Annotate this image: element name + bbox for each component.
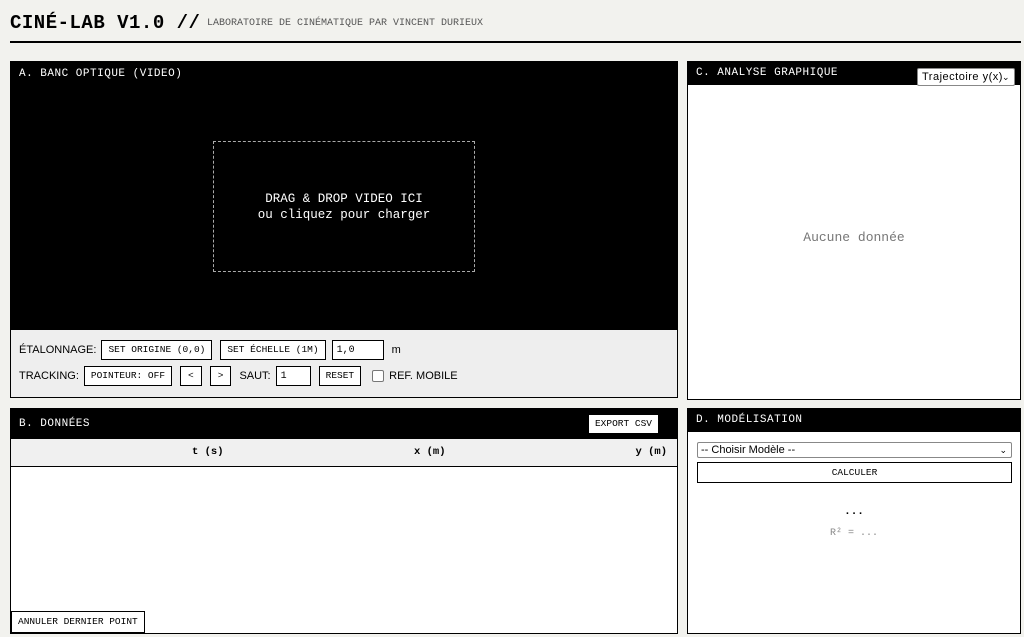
data-table-header: t (s) x (m) y (m) — [11, 439, 677, 467]
next-frame-button[interactable]: > — [209, 366, 232, 386]
panel-c-title: C. ANALYSE GRAPHIQUE — [696, 67, 839, 79]
graph-view-selected: Trajectoire y(x) — [922, 71, 1003, 83]
step-label: SAUT: — [239, 370, 271, 382]
calibration-label: ÉTALONNAGE: — [19, 344, 97, 356]
app-header: CINÉ-LAB V1.0 // LABORATOIRE DE CINÉMATI… — [10, 8, 1021, 43]
graph-view-select[interactable]: Trajectoire y(x) ⌄ — [917, 68, 1015, 86]
panel-b-header: B. DONNÉES EXPORT CSV — [11, 409, 677, 439]
calculate-button[interactable]: CALCULER — [697, 462, 1012, 483]
model-equation: ... — [844, 506, 864, 518]
chevron-down-icon: ⌄ — [999, 445, 1007, 455]
scale-value-input[interactable] — [331, 340, 384, 360]
video-dropzone[interactable]: DRAG & DROP VIDEO ICI ou cliquez pour ch… — [213, 141, 475, 272]
optical-bench-panel: A. BANC OPTIQUE (VIDEO) DRAG & DROP VIDE… — [10, 61, 678, 398]
tracking-label: TRACKING: — [19, 370, 79, 382]
panel-d-header: D. MODÉLISATION — [688, 409, 1020, 432]
undo-last-point-button[interactable]: ANNULER DERNIER POINT — [11, 611, 145, 633]
step-input[interactable] — [275, 366, 311, 386]
video-area: A. BANC OPTIQUE (VIDEO) DRAG & DROP VIDE… — [11, 62, 677, 330]
column-x: x (m) — [414, 446, 446, 458]
panel-d-title: D. MODÉLISATION — [696, 414, 803, 426]
graph-analysis-panel: C. ANALYSE GRAPHIQUE Trajectoire y(x) ⌄ … — [687, 61, 1021, 400]
model-r2: R² = ... — [829, 528, 878, 539]
model-select[interactable]: -- Choisir Modèle -- ⌄ — [697, 442, 1012, 458]
tracking-row: TRACKING: POINTEUR: OFF < > SAUT: RESET … — [19, 366, 458, 386]
column-t: t (s) — [192, 446, 224, 458]
ref-mobile-checkbox[interactable] — [372, 370, 385, 382]
modeling-panel: D. MODÉLISATION -- Choisir Modèle -- ⌄ C… — [687, 408, 1021, 634]
no-data-message: Aucune donnée — [803, 230, 905, 245]
app-subtitle: LABORATOIRE DE CINÉMATIQUE PAR VINCENT D… — [207, 18, 484, 29]
chevron-down-icon: ⌄ — [1001, 72, 1010, 82]
column-y: y (m) — [635, 446, 667, 458]
reset-button[interactable]: RESET — [318, 366, 362, 386]
dropzone-line1: DRAG & DROP VIDEO ICI — [265, 192, 423, 206]
export-csv-button[interactable]: EXPORT CSV — [587, 414, 659, 434]
pointer-toggle-button[interactable]: POINTEUR: OFF — [83, 366, 173, 386]
ref-mobile-label: REF. MOBILE — [389, 370, 458, 382]
scale-unit-label: m — [391, 344, 401, 356]
data-panel: B. DONNÉES EXPORT CSV t (s) x (m) y (m) … — [10, 408, 678, 634]
calibration-row: ÉTALONNAGE: SET ORIGINE (0,0) SET ÉCHELL… — [19, 340, 401, 360]
app-title: CINÉ-LAB V1.0 // — [10, 12, 201, 34]
panel-b-title: B. DONNÉES — [19, 418, 91, 430]
panel-c-header: C. ANALYSE GRAPHIQUE Trajectoire y(x) ⌄ — [688, 62, 1020, 86]
panel-a-title: A. BANC OPTIQUE (VIDEO) — [19, 68, 183, 80]
set-origin-button[interactable]: SET ORIGINE (0,0) — [101, 340, 213, 360]
dropzone-line2: ou cliquez pour charger — [257, 208, 431, 222]
set-scale-button[interactable]: SET ÉCHELLE (1M) — [220, 340, 326, 360]
model-selected: -- Choisir Modèle -- — [701, 444, 796, 456]
prev-frame-button[interactable]: < — [180, 366, 202, 386]
